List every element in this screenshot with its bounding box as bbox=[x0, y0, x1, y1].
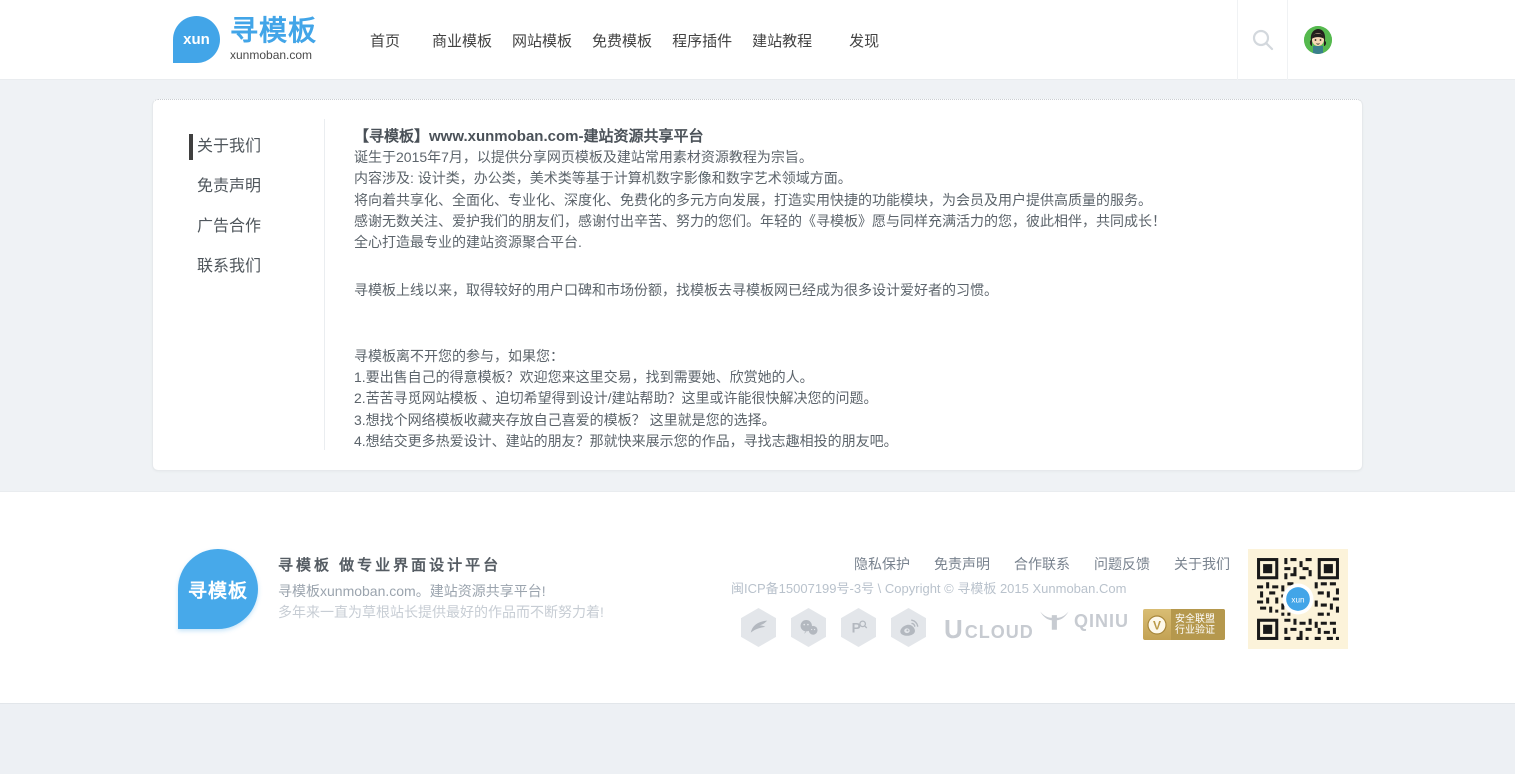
footer-social-row: P bbox=[741, 608, 926, 647]
social-weibo-icon[interactable] bbox=[891, 608, 926, 647]
about-line: 感谢无数关注、爱护我们的朋友们，感谢付出辛苦、努力的您们。年轻的《寻模板》愿与同… bbox=[354, 211, 1332, 232]
sidebar-divider bbox=[324, 119, 325, 450]
nav-item-tutorials[interactable]: 建站教程 bbox=[752, 30, 812, 51]
badge-medal-icon: V bbox=[1143, 609, 1171, 640]
qiniu-bull-icon bbox=[1038, 610, 1070, 632]
qr-code: xun bbox=[1248, 549, 1348, 649]
footer-links: 隐私保护 免责声明 合作联系 问题反馈 关于我们 bbox=[854, 554, 1230, 574]
footer-link-cooperation[interactable]: 合作联系 bbox=[1014, 554, 1070, 574]
sidebar-item-contact-us[interactable]: 联系我们 bbox=[153, 254, 324, 280]
sidebar-item-about-us[interactable]: 关于我们 bbox=[153, 134, 324, 160]
nav-item-home[interactable]: 首页 bbox=[370, 30, 400, 51]
about-line: 寻模板上线以来，取得较好的用户口碑和市场份额，找模板去寻模板网已经成为很多设计爱… bbox=[354, 280, 1332, 301]
about-content: 【寻模板】www.xunmoban.com-建站资源共享平台 诞生于2015年7… bbox=[354, 126, 1332, 452]
footer-logo-bubble[interactable]: 寻模板 bbox=[178, 549, 258, 629]
footer-link-privacy[interactable]: 隐私保护 bbox=[854, 554, 910, 574]
footer-tagline-1: 寻模板xunmoban.com。建站资源共享平台! bbox=[278, 581, 546, 601]
about-line: 寻模板离不开您的参与，如果您： bbox=[354, 346, 1332, 367]
ucloud-rest: CLOUD bbox=[965, 622, 1034, 643]
about-line: 1.要出售自己的得意模板？欢迎您来这里交易，找到需要她、欣赏她的人。 bbox=[354, 367, 1332, 388]
badge-text: 安全联盟 行业验证 bbox=[1171, 609, 1225, 640]
about-line: 内容涉及: 设计类，办公类，美术类等基于计算机数字影像和数字艺术领域方面。 bbox=[354, 168, 1332, 189]
site-logo[interactable]: xun 寻模板 xunmoban.com bbox=[173, 16, 317, 63]
footer-link-feedback[interactable]: 问题反馈 bbox=[1094, 554, 1150, 574]
nav-item-plugins[interactable]: 程序插件 bbox=[672, 30, 732, 51]
search-button[interactable] bbox=[1237, 0, 1288, 80]
sidebar-item-ad-cooperation[interactable]: 广告合作 bbox=[153, 214, 324, 240]
nav-item-free-templates[interactable]: 免费模板 bbox=[592, 30, 652, 51]
security-alliance-badge[interactable]: V 安全联盟 行业验证 bbox=[1143, 609, 1225, 640]
ucloud-big-u: U bbox=[944, 614, 964, 645]
social-deviantart-icon[interactable] bbox=[741, 608, 776, 647]
social-p-search-icon[interactable]: P bbox=[841, 608, 876, 647]
footer-link-disclaimer[interactable]: 免责声明 bbox=[934, 554, 990, 574]
qr-code-image: xun bbox=[1254, 555, 1342, 643]
header: xun 寻模板 xunmoban.com 首页 商业模板 网站模板 免费模板 程… bbox=[0, 0, 1515, 80]
search-icon bbox=[1251, 28, 1275, 52]
about-line: 诞生于2015年7月，以提供分享网页模板及建站常用素材资源教程为宗旨。 bbox=[354, 147, 1332, 168]
partner-qiniu-logo[interactable]: QINIU bbox=[1038, 610, 1129, 632]
main-nav: 首页 商业模板 网站模板 免费模板 程序插件 建站教程 发现 bbox=[370, 0, 879, 80]
footer-tagline-2: 多年来一直为草根站长提供最好的作品而不断努力着! bbox=[278, 602, 604, 622]
partner-ucloud-logo[interactable]: UCLOUD bbox=[944, 614, 1034, 645]
social-wechat-icon[interactable] bbox=[791, 608, 826, 647]
nav-item-discover[interactable]: 发现 bbox=[849, 30, 879, 51]
logo-bubble-icon: xun bbox=[173, 16, 220, 63]
footer: 寻模板 寻模板 做专业界面设计平台 寻模板xunmoban.com。建站资源共享… bbox=[0, 491, 1515, 703]
qiniu-wordmark: QINIU bbox=[1074, 611, 1129, 632]
site-name: 寻模板 bbox=[230, 16, 317, 46]
footer-copyright: 闽ICP备15007199号-3号 \ Copyright © 寻模板 2015… bbox=[731, 578, 1126, 597]
qr-center-logo: xun bbox=[1291, 595, 1305, 604]
badge-line-1: 安全联盟 bbox=[1175, 614, 1225, 625]
nav-item-commercial-templates[interactable]: 商业模板 bbox=[432, 30, 492, 51]
footer-heading: 寻模板 做专业界面设计平台 bbox=[278, 554, 501, 575]
about-sidebar: 关于我们 免责声明 广告合作 联系我们 bbox=[153, 134, 324, 294]
footer-logo-text: 寻模板 bbox=[188, 576, 248, 603]
about-line: 全心打造最专业的建站资源聚合平台. bbox=[354, 232, 1332, 253]
user-avatar[interactable] bbox=[1304, 26, 1332, 54]
about-title: 【寻模板】www.xunmoban.com-建站资源共享平台 bbox=[354, 126, 1332, 147]
about-card: 关于我们 免责声明 广告合作 联系我们 【寻模板】www.xunmoban.co… bbox=[152, 99, 1363, 471]
about-line: 3.想找个网络模板收藏夹存放自己喜爱的模板？ 这里就是您的选择。 bbox=[354, 410, 1332, 431]
bottom-strip bbox=[0, 703, 1515, 774]
sidebar-item-disclaimer[interactable]: 免责声明 bbox=[153, 174, 324, 200]
site-domain: xunmoban.com bbox=[230, 48, 317, 62]
logo-text: 寻模板 xunmoban.com bbox=[230, 16, 317, 62]
about-line: 4.想结交更多热爱设计、建站的朋友？那就快来展示您的作品，寻找志趣相投的朋友吧。 bbox=[354, 431, 1332, 452]
logo-bubble-text: xun bbox=[183, 31, 210, 48]
nav-item-website-templates[interactable]: 网站模板 bbox=[512, 30, 572, 51]
avatar-image bbox=[1304, 26, 1332, 54]
svg-text:V: V bbox=[1153, 618, 1161, 632]
footer-link-about[interactable]: 关于我们 bbox=[1174, 554, 1230, 574]
badge-line-2: 行业验证 bbox=[1175, 625, 1225, 636]
about-line: 2.苦苦寻觅网站模板 、迫切希望得到设计/建站帮助？这里或许能很快解决您的问题。 bbox=[354, 388, 1332, 409]
about-line: 将向着共享化、全面化、专业化、深度化、免费化的多元方向发展，打造实用快捷的功能模… bbox=[354, 190, 1332, 211]
